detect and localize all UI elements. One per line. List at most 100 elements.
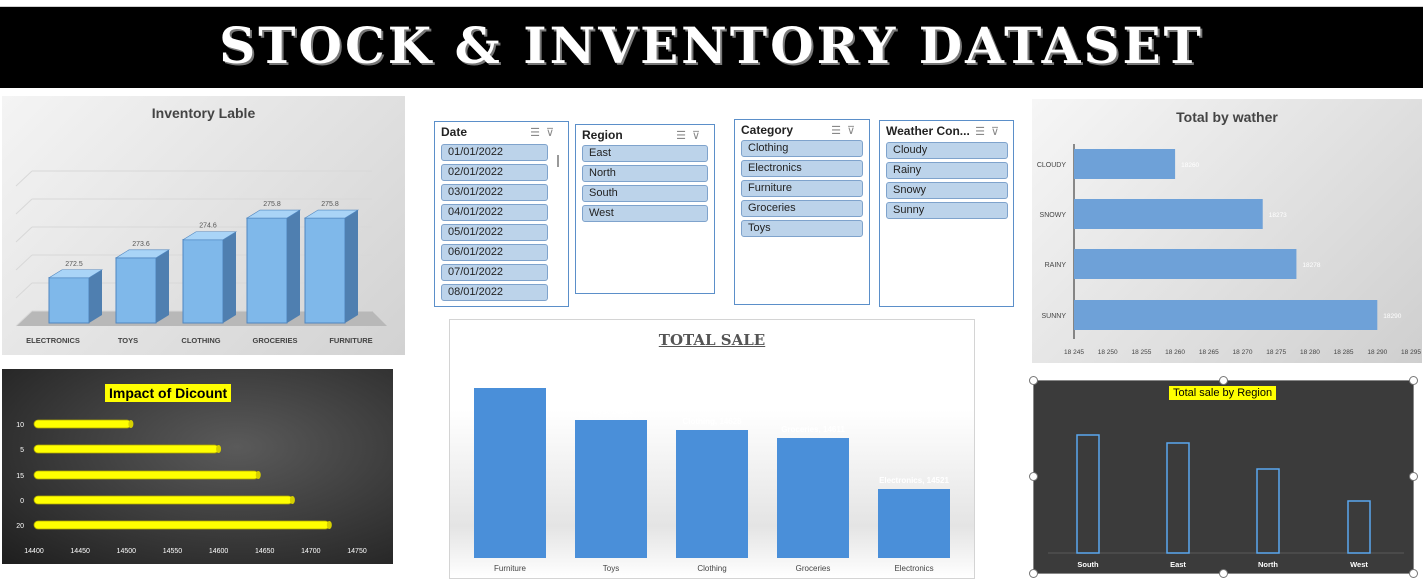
slicer-item[interactable]: 06/01/2022 xyxy=(441,244,548,261)
weather-chart[interactable]: Total by wather 18260 CLOUDY 18273 SNOWY 182… xyxy=(1032,99,1422,363)
x-tick-label: 18 295 xyxy=(1401,349,1421,356)
slicer-item[interactable]: Electronics xyxy=(741,160,863,177)
x-tick-label: East xyxy=(1170,560,1186,569)
slicer-title: Region xyxy=(582,128,623,142)
bar xyxy=(878,489,950,558)
gridline xyxy=(15,226,33,243)
slicer-item[interactable]: 07/01/2022 xyxy=(441,264,548,281)
x-tick-label: Furniture xyxy=(494,564,527,573)
data-label: 18260 xyxy=(1181,162,1199,169)
y-tick-label: 10 xyxy=(16,422,24,429)
bar-side xyxy=(156,249,169,323)
data-label: Clothing, 14628 xyxy=(682,417,742,426)
multi-select-icon[interactable]: ☰ xyxy=(530,127,546,139)
resize-handle[interactable] xyxy=(1409,569,1418,578)
weather-slicer[interactable]: Weather Con... ☰⊽ Cloudy Rainy Snowy Sunny xyxy=(879,120,1014,307)
data-label: Furniture, 14680 xyxy=(479,375,541,384)
slicer-item[interactable]: South xyxy=(582,185,708,202)
slicer-item[interactable]: Sunny xyxy=(886,202,1008,219)
resize-handle[interactable] xyxy=(1029,376,1038,385)
multi-select-icon[interactable]: ☰ xyxy=(975,126,991,138)
category-slicer[interactable]: Category ☰⊽ Clothing Electronics Furniture… xyxy=(734,119,870,305)
date-slicer[interactable]: Date ☰⊽ 01/01/2022 02/01/2022 03/01/2022 04… xyxy=(434,121,569,307)
bar xyxy=(33,520,330,530)
slicer-item[interactable]: Clothing xyxy=(741,140,863,157)
slicer-item[interactable]: North xyxy=(582,165,708,182)
x-tick-label: 14750 xyxy=(347,548,367,555)
clear-filter-icon[interactable]: ⊽ xyxy=(991,126,1005,138)
bar xyxy=(33,470,259,480)
slicer-item[interactable]: 02/01/2022 xyxy=(441,164,548,181)
bar xyxy=(48,277,90,324)
x-tick-label: 18 270 xyxy=(1233,349,1253,356)
inventory-chart[interactable]: Inventory Lable 272.5 ELECTRONICS 273.6 TOY… xyxy=(2,96,405,355)
resize-handle[interactable] xyxy=(1029,569,1038,578)
multi-select-icon[interactable]: ☰ xyxy=(676,130,692,142)
bar-cap xyxy=(216,445,222,453)
gridline xyxy=(15,198,33,215)
clear-filter-icon[interactable]: ⊽ xyxy=(847,125,861,137)
resize-handle[interactable] xyxy=(1029,472,1038,481)
x-tick-label: South xyxy=(1077,560,1099,569)
slicer-item[interactable]: 03/01/2022 xyxy=(441,184,548,201)
x-tick-label: 14550 xyxy=(163,548,183,555)
x-tick-label: 18 255 xyxy=(1131,349,1151,356)
resize-handle[interactable] xyxy=(1409,376,1418,385)
slicer-title: Date xyxy=(441,125,468,139)
total-sale-chart[interactable]: TOTAL SALE Furniture, 14680 Furniture Toys… xyxy=(449,319,975,579)
region-plot: South East North West xyxy=(1048,434,1404,569)
resize-handle[interactable] xyxy=(1409,472,1418,481)
bar xyxy=(474,388,546,558)
x-tick-label: Toys xyxy=(603,564,619,573)
x-tick-label: 18 280 xyxy=(1300,349,1320,356)
slicer-item[interactable]: Furniture xyxy=(741,180,863,197)
slicer-item[interactable]: East xyxy=(582,145,708,162)
data-label: 18278 xyxy=(1302,262,1320,269)
slicer-item[interactable]: 01/01/2022 xyxy=(441,144,548,161)
x-tick-label: 18 275 xyxy=(1266,349,1286,356)
slicer-item[interactable]: Groceries xyxy=(741,200,863,217)
slicer-item[interactable]: West xyxy=(582,205,708,222)
slicer-item[interactable]: Cloudy xyxy=(886,142,1008,159)
discount-chart[interactable]: Impact of Dicount 10 5 15 0 20 14400 14450 1450… xyxy=(2,369,393,564)
clear-filter-icon[interactable]: ⊽ xyxy=(546,127,560,139)
data-label: 272.5 xyxy=(65,261,83,268)
x-tick-label: Clothing xyxy=(697,564,726,573)
discount-plot: 10 5 15 0 20 14400 14450 14500 14550 14600 14650 14… xyxy=(16,419,367,555)
bar xyxy=(777,438,849,558)
x-tick-label: 18 250 xyxy=(1098,349,1118,356)
bar xyxy=(33,444,219,454)
slicer-title: Weather Con... xyxy=(886,124,970,138)
x-tick-label: West xyxy=(1350,560,1368,569)
resize-handle[interactable] xyxy=(1219,569,1228,578)
bar xyxy=(115,257,157,324)
x-tick-label: North xyxy=(1258,560,1278,569)
bar xyxy=(1166,442,1190,554)
bar xyxy=(1074,300,1378,330)
slicer-item[interactable]: 08/01/2022 xyxy=(441,284,548,301)
dashboard-title: STOCK & INVENTORY DATASET xyxy=(219,16,1204,75)
data-label: 18273 xyxy=(1269,212,1287,219)
bar xyxy=(182,239,224,324)
slicer-item[interactable]: 05/01/2022 xyxy=(441,224,548,241)
multi-select-icon[interactable]: ☰ xyxy=(831,125,847,137)
clear-filter-icon[interactable]: ⊽ xyxy=(692,130,706,142)
sheet-grid-strip xyxy=(0,0,1423,7)
x-tick-label: TOYS xyxy=(118,336,138,345)
resize-handle[interactable] xyxy=(1219,376,1228,385)
slicer-item[interactable]: Snowy xyxy=(886,182,1008,199)
slicer-item[interactable]: Rainy xyxy=(886,162,1008,179)
slicer-item[interactable]: 04/01/2022 xyxy=(441,204,548,221)
bar xyxy=(1074,249,1297,279)
x-tick-label: 18 260 xyxy=(1165,349,1185,356)
slicer-item[interactable]: Toys xyxy=(741,220,863,237)
region-slicer[interactable]: Region ☰⊽ East North South West xyxy=(575,124,715,294)
data-label: 275.8 xyxy=(321,201,339,208)
x-tick-label: 18 245 xyxy=(1064,349,1084,356)
region-chart[interactable]: Total sale by Region South East North West xyxy=(1033,380,1414,574)
y-tick-label: SNOWY xyxy=(1040,212,1067,219)
y-tick-label: 5 xyxy=(20,447,24,454)
bar xyxy=(575,420,647,558)
scrollbar[interactable] xyxy=(557,155,559,167)
data-label: Groceries, 14611 xyxy=(781,425,845,434)
